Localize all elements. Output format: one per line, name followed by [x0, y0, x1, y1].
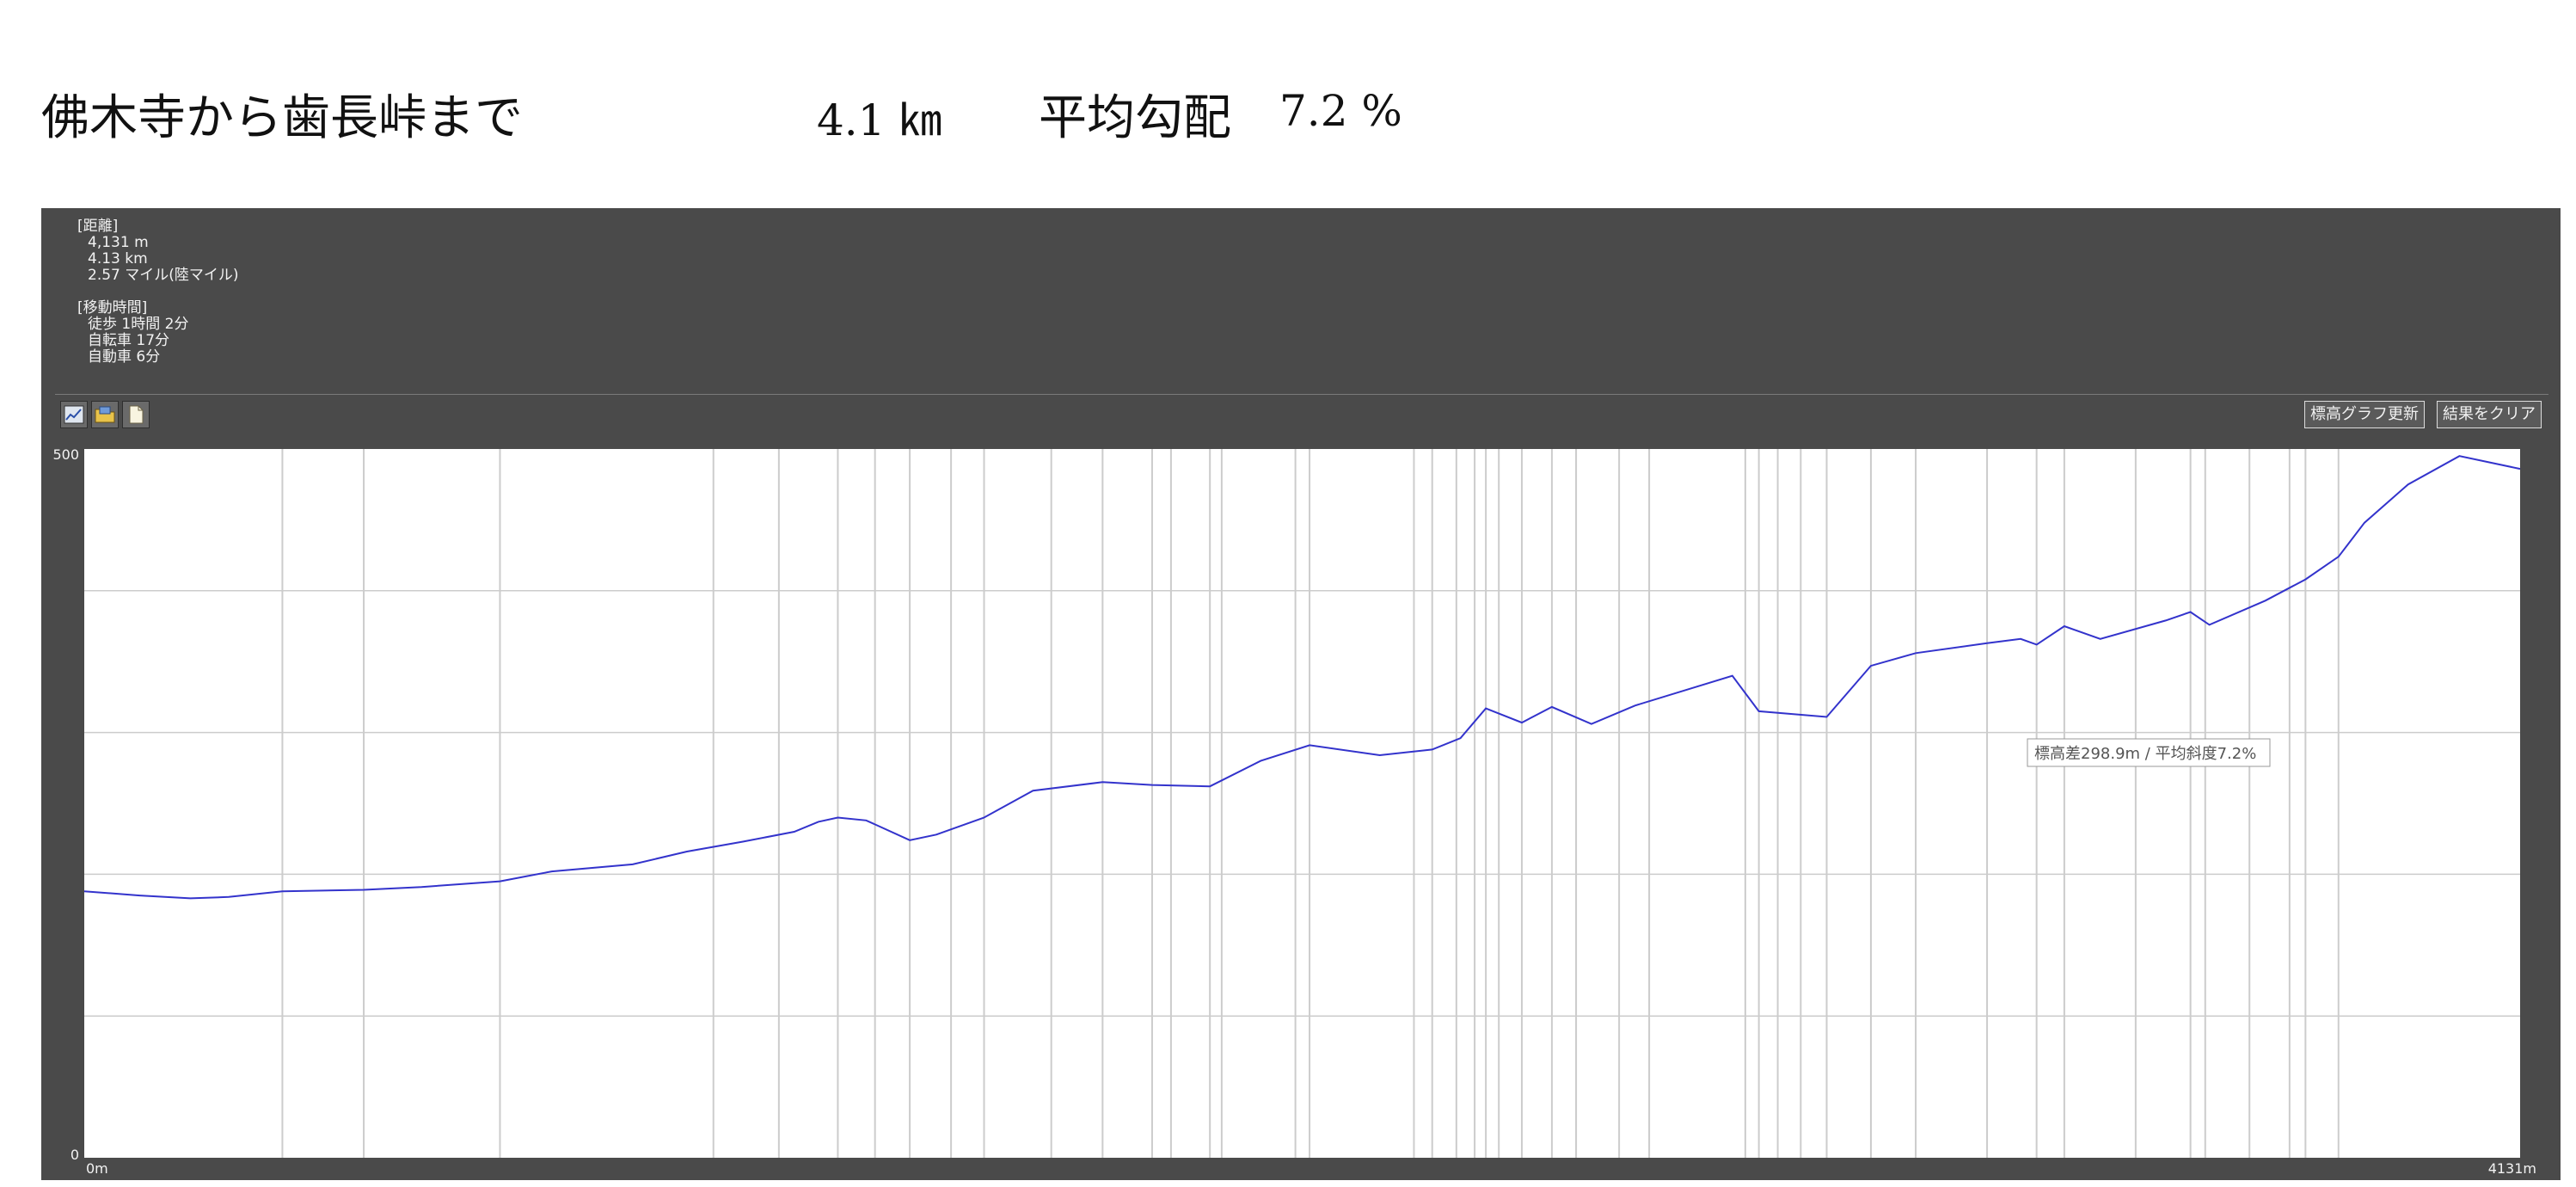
route-distance: 4.1 ㎞ [817, 95, 942, 145]
info-separator [55, 394, 2548, 395]
tool-icons [60, 401, 150, 428]
x-tick-label-end: 4131m [2488, 1160, 2536, 1177]
avg-gradient-label: 平均勾配 [1039, 90, 1231, 146]
avg-gradient-value: 7.2 % [1279, 86, 1402, 136]
folder-icon[interactable] [91, 401, 119, 428]
refresh-graph-button[interactable]: 標高グラフ更新 [2304, 401, 2425, 428]
plot-area [84, 449, 2520, 1158]
chart-icon[interactable] [60, 401, 88, 428]
page-header: 佛木寺から歯長峠まで 4.1 ㎞ 平均勾配 7.2 % [0, 0, 2576, 198]
elevation-chart: 500 0 0m 4131m 標高差298.9m / 平均斜度7.2% [41, 449, 2561, 1180]
y-tick-label-top: 500 [52, 449, 79, 463]
annotation-tooltip: 標高差298.9m / 平均斜度7.2% [2027, 738, 2271, 767]
route-info: [距離] 4,131 m 4.13 km 2.57 マイル(陸マイル) [移動時… [77, 218, 239, 366]
distance-km: 4.13 km [88, 250, 148, 268]
info-gap [77, 284, 239, 300]
distance-m: 4,131 m [88, 234, 149, 251]
toolbar-buttons: 標高グラフ更新 結果をクリア [2304, 401, 2542, 428]
y-tick-label-bottom: 0 [71, 1147, 79, 1163]
elevation-chart-svg: 500 0 0m 4131m 標高差298.9m / 平均斜度7.2% [52, 449, 2536, 1177]
bike-time: 自転車 17分 [88, 332, 170, 349]
distance-heading: [距離] [77, 218, 119, 235]
document-icon[interactable] [122, 401, 150, 428]
route-title: 佛木寺から歯長峠まで [41, 90, 523, 146]
tooltip-text: 標高差298.9m / 平均斜度7.2% [2034, 745, 2256, 763]
distance-mi: 2.57 マイル(陸マイル) [88, 267, 239, 284]
clear-results-button[interactable]: 結果をクリア [2437, 401, 2542, 428]
elevation-panel: [距離] 4,131 m 4.13 km 2.57 マイル(陸マイル) [移動時… [41, 208, 2561, 1180]
car-time: 自動車 6分 [88, 348, 161, 366]
x-tick-label-start: 0m [86, 1160, 108, 1177]
time-heading: [移動時間] [77, 299, 148, 317]
walk-time: 徒歩 1時間 2分 [88, 316, 189, 333]
